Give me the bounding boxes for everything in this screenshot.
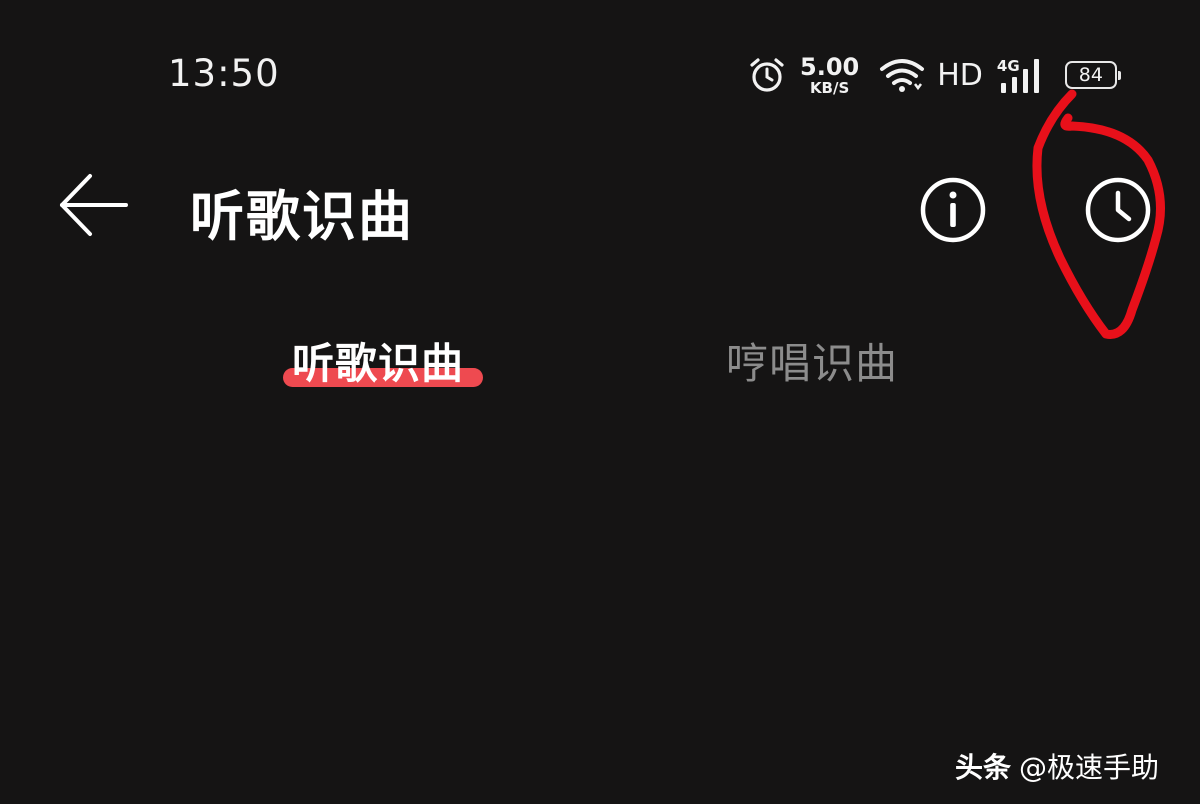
battery-level: 84 bbox=[1078, 64, 1103, 86]
tab-humming-recognition[interactable]: 哼唱识曲 bbox=[726, 330, 898, 391]
signal-group: 4G bbox=[997, 55, 1047, 95]
alarm-icon bbox=[750, 58, 784, 92]
watermark: 头条 @极速手助 bbox=[955, 746, 1159, 786]
watermark-account: @极速手助 bbox=[1019, 751, 1160, 784]
tab-song-recognition[interactable]: 听歌识曲 bbox=[292, 330, 464, 391]
arrow-left-icon[interactable] bbox=[54, 170, 134, 240]
battery-tip bbox=[1117, 71, 1121, 80]
battery-icon: 84 bbox=[1064, 61, 1121, 89]
page-title: 听歌识曲 bbox=[190, 185, 414, 248]
tab-label: 听歌识曲 bbox=[292, 339, 465, 388]
info-icon[interactable] bbox=[918, 175, 988, 245]
signal-icon bbox=[1000, 59, 1039, 93]
status-icons: 5.00 KB/S HD 4G 84 bbox=[748, 50, 1121, 100]
net-speed-value: 5.00 bbox=[800, 52, 860, 81]
net-speed: 5.00 KB/S bbox=[800, 55, 859, 96]
hd-label: HD bbox=[937, 57, 983, 93]
tab-label: 哼唱识曲 bbox=[726, 339, 899, 388]
status-time: 13:50 bbox=[168, 52, 280, 95]
screen: 13:50 5.00 KB/S HD 4G 84 听歌识曲 听歌识曲 哼唱识曲 … bbox=[0, 0, 1200, 804]
net-speed-unit: KB/S bbox=[809, 78, 850, 97]
wifi-icon bbox=[880, 59, 925, 92]
clock-icon[interactable] bbox=[1083, 175, 1153, 245]
watermark-brand: 头条 bbox=[955, 751, 1012, 784]
